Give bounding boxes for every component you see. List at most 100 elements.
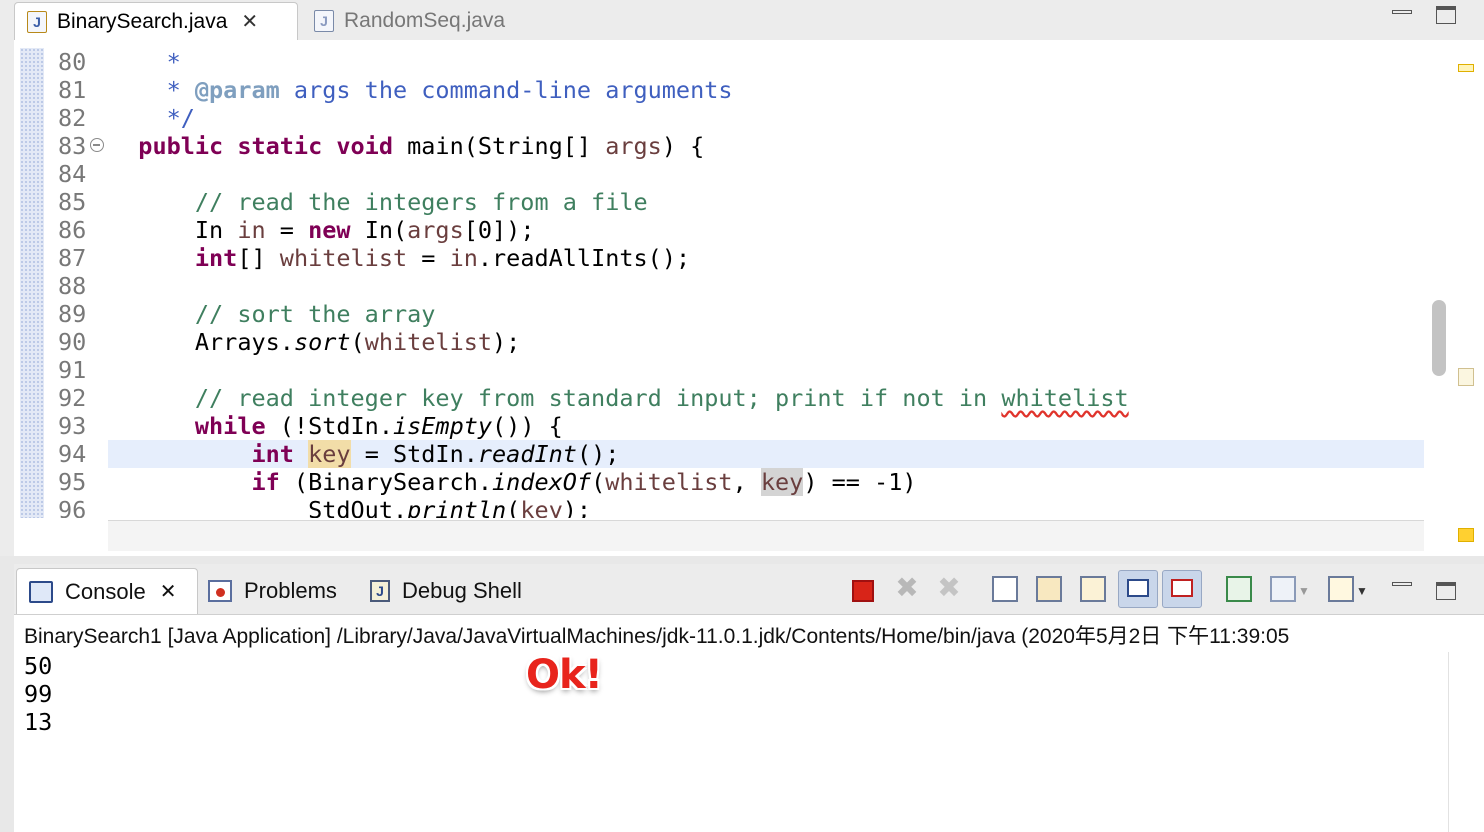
code-line[interactable]: 82 */ (14, 104, 1424, 132)
code-line[interactable]: 86 In in = new In(args[0]); (14, 216, 1424, 244)
code-token: [0]); (463, 216, 535, 244)
editor-panel: J BinarySearch.java ✕ J RandomSeq.java 8… (0, 0, 1484, 556)
code-text: // read integer key from standard input;… (110, 384, 1129, 412)
line-number: 94 (58, 440, 87, 468)
code-line[interactable]: 94 int key = StdIn.readInt(); (58, 440, 1424, 468)
tab-randomseq-java[interactable]: J RandomSeq.java (314, 2, 554, 40)
tab-binarysearch-java[interactable]: J BinarySearch.java ✕ (14, 2, 298, 40)
display-selected-console-icon[interactable] (1270, 576, 1296, 602)
code-text: */ (110, 104, 195, 132)
code-editor[interactable]: 80 * 81 * @param args the command-line ar… (14, 40, 1484, 556)
debug-shell-icon: J (370, 580, 390, 602)
code-line[interactable]: 89 // sort the array (14, 300, 1424, 328)
code-line[interactable]: 83 public static void main(String[] args… (14, 132, 1424, 160)
code-token: args (605, 132, 662, 160)
close-icon[interactable]: ✕ (241, 9, 258, 34)
code-line[interactable]: 92 // read integer key from standard inp… (14, 384, 1424, 412)
code-text: public static void main(String[] args) { (110, 132, 704, 160)
open-console-icon[interactable] (1328, 576, 1354, 602)
code-line[interactable]: 93 while (!StdIn.isEmpty()) { (14, 412, 1424, 440)
code-token: int (251, 440, 294, 468)
code-token: isEmpty (392, 412, 493, 440)
console-output[interactable]: 50 99 13 (24, 652, 52, 736)
code-lines[interactable]: 80 * 81 * @param args the command-line ar… (14, 48, 1424, 518)
code-token: [] (237, 244, 280, 272)
overview-marker[interactable] (1458, 368, 1474, 386)
code-line[interactable]: 84 (14, 160, 1424, 188)
code-line[interactable]: 81 * @param args the command-line argume… (14, 76, 1424, 104)
code-token: @param (194, 76, 280, 104)
code-token: * (166, 76, 195, 104)
code-token: ); (562, 496, 592, 518)
line-number: 92 (58, 384, 87, 412)
horizontal-scrollbar[interactable] (108, 520, 1424, 551)
code-token: key (308, 440, 351, 468)
show-console-on-stdout-button[interactable] (1118, 570, 1158, 608)
code-token: indexOf (492, 468, 592, 496)
overview-marker[interactable] (1458, 528, 1474, 542)
code-token: // read the integers from a file (194, 188, 648, 216)
editor-tab-bar: J BinarySearch.java ✕ J RandomSeq.java (0, 0, 1484, 40)
tab-label: Console (65, 578, 146, 604)
tab-problems[interactable]: Problems (208, 568, 337, 614)
line-number: 88 (58, 272, 87, 300)
overview-marker[interactable] (1458, 64, 1474, 72)
chevron-down-icon[interactable]: ▼ (1356, 585, 1368, 612)
code-token: new (308, 216, 351, 244)
code-token: = StdIn. (350, 440, 478, 468)
code-text: Arrays.sort(whitelist); (110, 328, 520, 356)
minimize-icon[interactable] (1392, 582, 1412, 586)
code-token: key (520, 496, 563, 518)
code-token: StdOut. (308, 496, 408, 518)
clear-console-icon[interactable] (992, 576, 1018, 602)
code-token: args the command-line arguments (279, 76, 733, 104)
line-number: 85 (58, 188, 87, 216)
code-text: StdOut.println(key); (110, 496, 591, 518)
tab-console[interactable]: Console ✕ (16, 568, 198, 614)
code-text: // sort the array (110, 300, 436, 328)
code-text: * (110, 48, 181, 76)
code-line[interactable]: 91 (14, 356, 1424, 384)
line-number: 93 (58, 412, 87, 440)
show-console-on-stderr-button[interactable] (1162, 570, 1202, 608)
code-line[interactable]: 95 if (BinarySearch.indexOf(whitelist, k… (14, 468, 1424, 496)
code-line[interactable]: 85 // read the integers from a file (14, 188, 1424, 216)
code-text: if (BinarySearch.indexOf(whitelist, key)… (110, 468, 917, 496)
tab-label: BinarySearch.java (57, 9, 228, 33)
chevron-down-icon[interactable]: ▼ (1298, 585, 1310, 612)
scroll-lock-icon[interactable] (1036, 576, 1062, 602)
problems-icon (208, 580, 232, 602)
close-icon[interactable]: ✕ (160, 579, 177, 604)
code-token: public (138, 132, 224, 160)
terminate-icon[interactable] (852, 580, 874, 602)
tab-debug-shell[interactable]: J Debug Shell (370, 568, 522, 614)
code-token: .readAllInts(); (477, 244, 691, 272)
code-line[interactable]: 87 int[] whitelist = in.readAllInts(); (14, 244, 1424, 272)
code-token: * (166, 48, 181, 76)
code-line[interactable]: 90 Arrays.sort(whitelist); (14, 328, 1424, 356)
code-token: ()) { (492, 412, 563, 440)
code-token: // sort the array (194, 300, 436, 328)
maximize-icon[interactable] (1436, 582, 1456, 600)
output-line: 13 (24, 708, 53, 736)
code-line[interactable]: 96 StdOut.println(key); (14, 496, 1424, 518)
code-token: // read integer key from standard input;… (194, 384, 1002, 412)
ok-annotation: Ok! (526, 652, 603, 698)
code-token: sort (293, 328, 351, 356)
code-line[interactable]: 80 * (14, 48, 1424, 76)
remove-launch-icon[interactable]: ✖ (894, 574, 920, 602)
console-vertical-scrollbar[interactable] (1448, 652, 1484, 832)
code-token: = (265, 216, 309, 244)
tab-label: RandomSeq.java (344, 9, 506, 32)
maximize-icon[interactable] (1436, 6, 1456, 24)
code-line[interactable]: 88 (14, 272, 1424, 300)
vertical-scrollbar-thumb[interactable] (1432, 300, 1446, 376)
java-file-icon: J (314, 10, 334, 32)
pin-console-icon[interactable] (1226, 576, 1252, 602)
word-wrap-icon[interactable] (1080, 576, 1106, 602)
fold-collapse-icon[interactable] (90, 138, 104, 152)
minimize-icon[interactable] (1392, 10, 1412, 14)
remove-all-terminated-icon[interactable]: ✖ (936, 574, 962, 602)
code-token: , (732, 468, 761, 496)
